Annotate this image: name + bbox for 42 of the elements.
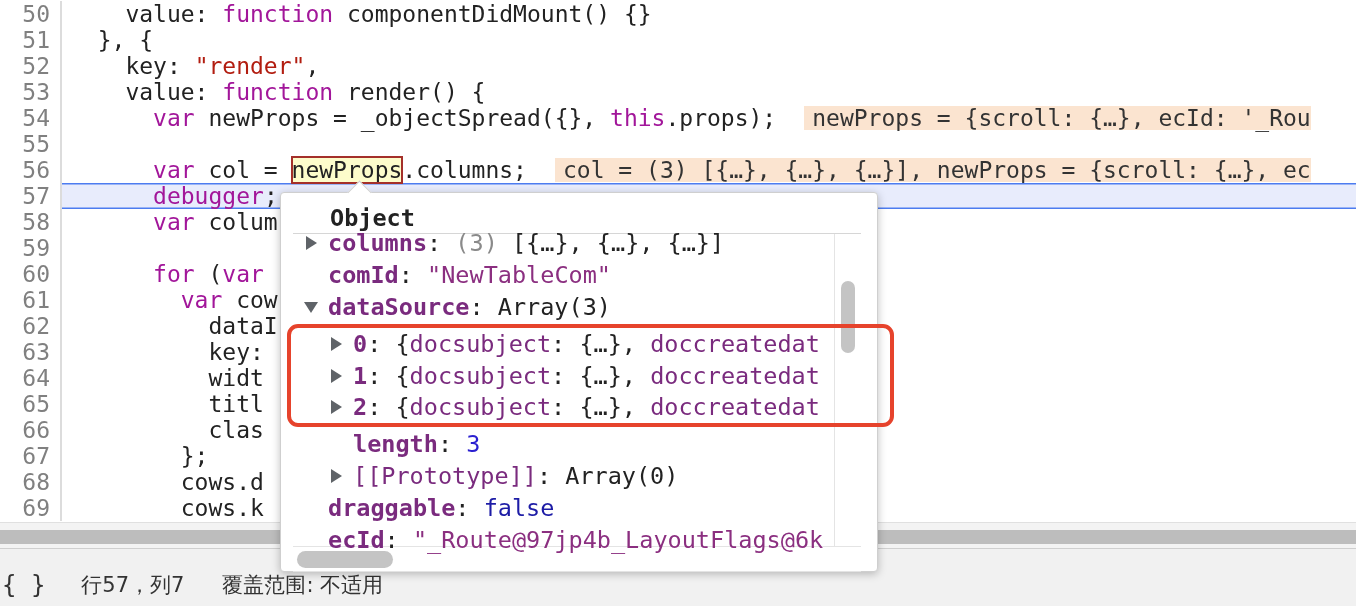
tree-item[interactable]: 2: {docsubject: {…}, doccreatedat <box>353 393 820 422</box>
triangle-right-icon[interactable] <box>328 399 344 416</box>
scrollbar-thumb[interactable] <box>841 281 855 353</box>
code-line: dataI <box>207 313 278 339</box>
code-line: var colum <box>152 209 278 235</box>
code-line: debugger; <box>152 183 278 209</box>
code-line: }; <box>179 443 209 469</box>
code-line: cows.k <box>179 495 264 521</box>
code-line: key: "render", <box>124 53 320 79</box>
tree-item[interactable]: 0: {docsubject: {…}, doccreatedat <box>353 329 820 358</box>
tree-item[interactable]: 1: {docsubject: {…}, doccreatedat <box>353 361 820 390</box>
tree-item[interactable]: dataSource: Array(3) <box>328 292 611 321</box>
pretty-print-button[interactable]: { } <box>0 570 48 599</box>
inline-value: col = (3) [{…}, {…}, {…}], newProps = {scroll: {…}, ec <box>554 158 1311 182</box>
tree-item[interactable]: draggable: false <box>328 494 555 523</box>
code-line: var cow <box>179 287 278 313</box>
code-line: var newProps = _objectSpread({}, this.props); <box>152 105 777 131</box>
code-line: value: function render() { <box>124 79 486 105</box>
scrollbar-thumb[interactable] <box>297 550 393 568</box>
triangle-right-icon[interactable] <box>328 335 344 352</box>
triangle-right-icon[interactable] <box>328 468 344 485</box>
tree-item[interactable]: [[Prototype]]: Array(0) <box>353 462 679 491</box>
hovered-variable[interactable]: newProps <box>291 157 403 183</box>
popover-title: Object <box>329 203 416 233</box>
tree-item[interactable]: comId: "NewTableCom" <box>328 260 611 289</box>
code-line: key: <box>207 339 264 365</box>
inline-value: newProps = {scroll: {…}, ecId: '_Rou <box>804 106 1311 130</box>
tree-item[interactable]: length: 3 <box>353 430 481 459</box>
cursor-position: 行57，列7 <box>81 571 185 599</box>
code-line: for (var <box>152 261 264 287</box>
triangle-right-icon[interactable] <box>328 367 344 384</box>
code-line: value: function componentDidMount() {} <box>124 1 652 27</box>
triangle-right-icon[interactable] <box>303 234 319 251</box>
code-line: cows.d <box>179 469 264 495</box>
code-line: var col = newProps.columns; <box>152 157 527 183</box>
tree-item[interactable]: ecId: "_Route@97jp4b_LayoutFlags@6k <box>328 525 824 554</box>
line-number: 57 <box>0 183 62 209</box>
code-line: }, { <box>96 27 154 53</box>
code-line: titl <box>207 391 264 417</box>
code-line: widt <box>207 365 264 391</box>
code-line: clas <box>207 417 264 443</box>
coverage-status: 覆盖范围: 不适用 <box>222 571 384 599</box>
